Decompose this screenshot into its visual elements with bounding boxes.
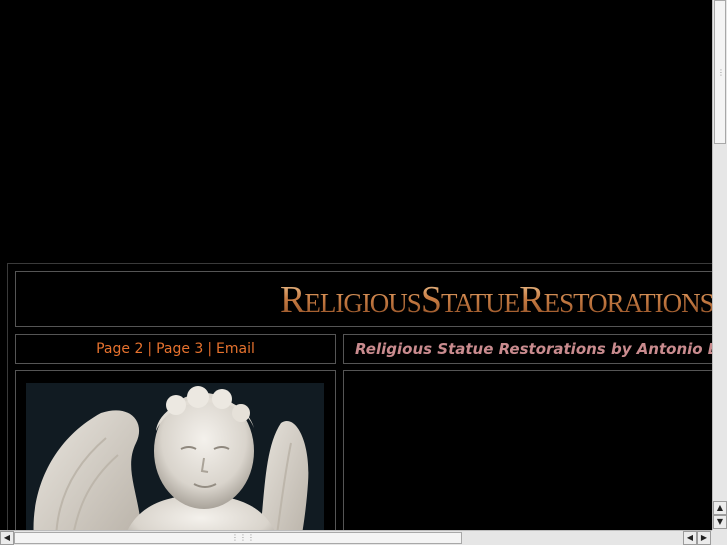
banner: ReligiousStatueRestorations — [15, 271, 712, 327]
vertical-scrollbar[interactable]: ⋮⋮ ▲ ▼ — [712, 0, 727, 530]
content-panel — [343, 370, 712, 530]
nav-link-page-3[interactable]: Page 3 — [156, 341, 203, 357]
vertical-scroll-thumb[interactable]: ⋮⋮ — [714, 0, 727, 144]
horizontal-scrollbar[interactable]: ◀ ⋮⋮⋮ ◀ ▶ — [0, 530, 712, 545]
scrollbar-corner — [712, 530, 727, 545]
nav-link-email[interactable]: Email — [216, 341, 255, 357]
nav-link-page-2[interactable]: Page 2 — [96, 341, 143, 357]
page-subtitle: Religious Statue Restorations by Antonio… — [355, 340, 712, 358]
scroll-right-button[interactable]: ◀ — [683, 531, 697, 545]
browser-viewport: ReligiousStatueRestorations Page 2 | Page … — [0, 0, 712, 530]
nav-separator: | — [147, 341, 153, 357]
nav-bar: Page 2 | Page 3 | Email — [15, 334, 336, 364]
scroll-up-button[interactable]: ▲ — [713, 501, 727, 515]
image-panel — [15, 370, 336, 530]
nav-separator: | — [207, 341, 213, 357]
scroll-down-button[interactable]: ▼ — [713, 515, 727, 529]
subtitle-box: Religious Statue Restorations by Antonio… — [343, 334, 712, 364]
angel-statue-image — [26, 383, 324, 530]
banner-title: ReligiousStatueRestorations — [280, 279, 712, 321]
horizontal-scroll-thumb[interactable]: ⋮⋮⋮ — [14, 532, 462, 544]
scroll-right-button[interactable]: ▶ — [697, 531, 711, 545]
scroll-left-button[interactable]: ◀ — [0, 531, 14, 545]
